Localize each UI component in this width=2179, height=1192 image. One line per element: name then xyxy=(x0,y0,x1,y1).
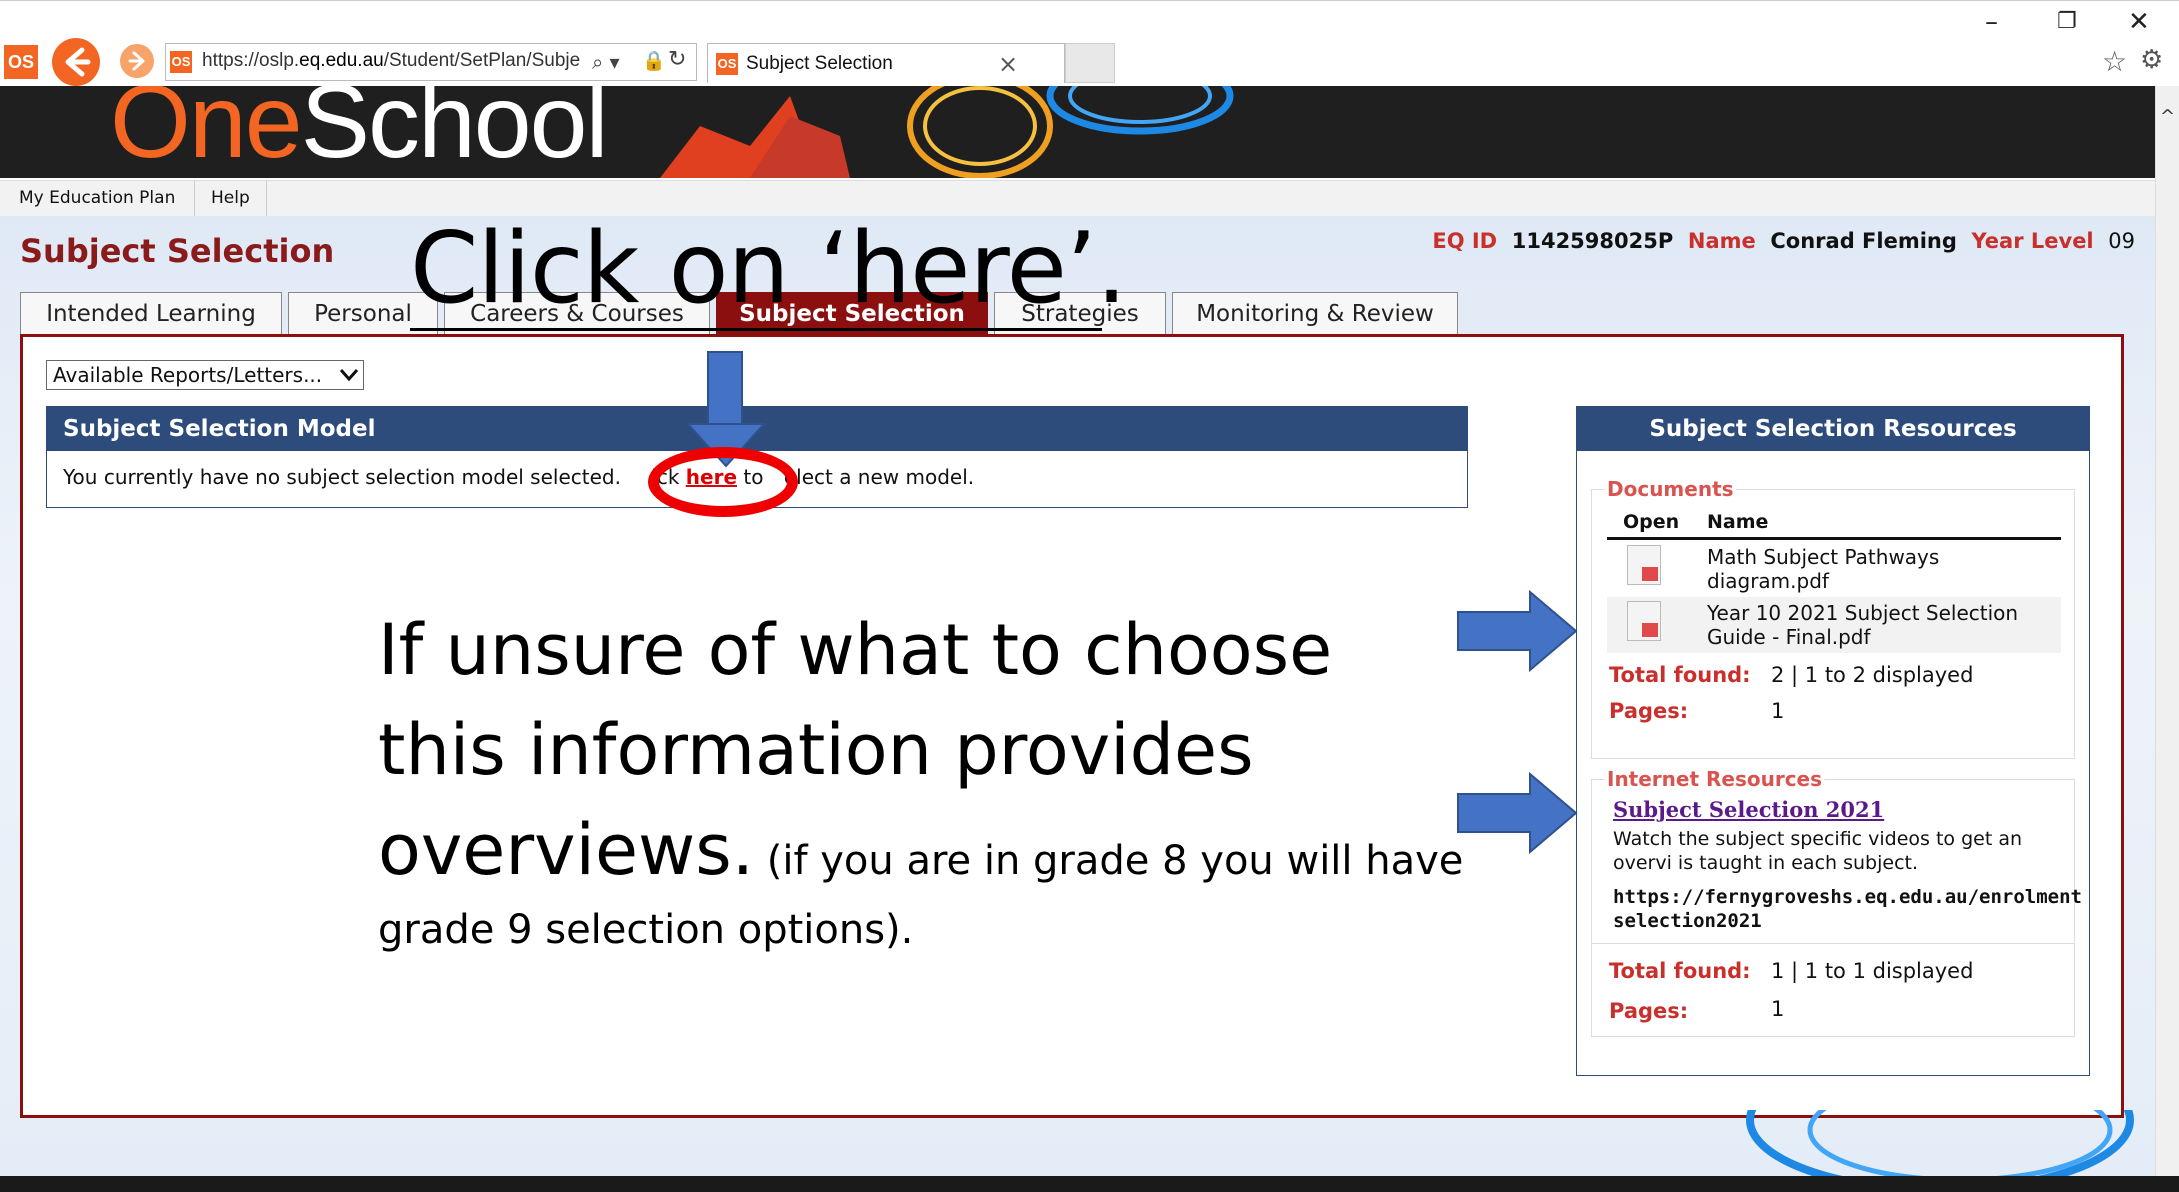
model-message: You currently have no subject selection … xyxy=(63,465,975,489)
table-header-rule xyxy=(1607,537,2061,540)
instruction-click-here: Click on ‘here’. xyxy=(410,212,1127,326)
internet-legend: Internet Resources xyxy=(1605,767,1825,791)
browser-tab[interactable]: OS Subject Selection × xyxy=(707,43,1065,83)
internet-resource-link[interactable]: Subject Selection 2021 xyxy=(1613,797,1884,822)
footer-artwork-icon xyxy=(1746,1110,2134,1176)
divider xyxy=(1591,943,2075,944)
url-text: https://oslp.eq.edu.au/Student/SetPlan/S… xyxy=(202,50,581,71)
internet-total-value: 1 | 1 to 1 displayed xyxy=(1771,959,1974,983)
docs-pages-value: 1 xyxy=(1771,699,1785,723)
menu-divider xyxy=(266,181,267,217)
resources-panel: Subject Selection Resources Documents Op… xyxy=(1576,406,2090,1076)
internet-pages-label: Pages: xyxy=(1609,999,1689,1023)
documents-legend: Documents xyxy=(1605,477,1736,501)
oneschool-logo: OneSchool xyxy=(110,86,609,178)
back-button[interactable] xyxy=(52,38,100,86)
page-scrollbar[interactable]: ^ xyxy=(2155,86,2179,1176)
new-tab-button[interactable] xyxy=(1065,43,1115,83)
forward-button[interactable] xyxy=(120,44,154,78)
forward-arrow-icon xyxy=(128,51,145,71)
col-name: Name xyxy=(1707,511,1769,533)
document-name: Math Subject Pathways diagram.pdf xyxy=(1707,545,1940,593)
eq-id-value: 1142598025P xyxy=(1511,229,1674,253)
tab-intended-learning[interactable]: Intended Learning xyxy=(20,292,282,334)
internet-resource-url: https://fernygroveshs.eq.edu.au/enrolmen… xyxy=(1613,886,2082,932)
docs-pages-label: Pages: xyxy=(1609,699,1689,723)
right-arrow-icon xyxy=(1457,590,1578,672)
docs-total-value: 2 | 1 to 2 displayed xyxy=(1771,663,1974,687)
student-info: EQ ID 1142598025P Name Conrad Fleming Ye… xyxy=(1432,229,2135,253)
internet-resource-desc: Watch the subject specific videos to get… xyxy=(1613,828,2023,874)
internet-pages-value: 1 xyxy=(1771,997,1785,1021)
internet-total-label: Total found: xyxy=(1609,959,1751,983)
pdf-icon[interactable] xyxy=(1627,545,1661,585)
tab-close-icon[interactable]: × xyxy=(998,50,1018,78)
pdf-icon[interactable] xyxy=(1627,601,1661,641)
year-level-value: 09 xyxy=(2108,229,2135,253)
favorites-star-icon[interactable]: ☆ xyxy=(2102,45,2127,78)
taskbar xyxy=(0,1176,2179,1192)
docs-total-label: Total found: xyxy=(1609,663,1751,687)
search-icon[interactable]: ⌕ ▾ xyxy=(592,50,620,74)
app-icon: OS xyxy=(4,45,38,79)
oneschool-banner: OneSchool xyxy=(0,86,2155,178)
settings-gear-icon[interactable]: ⚙ xyxy=(2140,45,2163,75)
tab-icon: OS xyxy=(716,53,738,75)
minimize-button[interactable]: – xyxy=(1985,7,1998,37)
col-open: Open xyxy=(1623,511,1680,533)
name-value: Conrad Fleming xyxy=(1770,229,1957,253)
page-title: Subject Selection xyxy=(20,232,335,270)
name-label: Name xyxy=(1687,229,1756,253)
browser-chrome: OS OS https://oslp.eq.edu.au/Student/Set… xyxy=(0,0,2179,87)
eq-id-label: EQ ID xyxy=(1432,229,1498,253)
menu-divider xyxy=(194,181,195,217)
menu-help[interactable]: Help xyxy=(211,188,250,208)
instruction-text: If unsure of what to choose this informa… xyxy=(378,609,1464,953)
scroll-up-icon[interactable]: ^ xyxy=(2160,106,2175,127)
lock-icon[interactable]: 🔒 xyxy=(642,49,666,72)
tab-monitoring-review[interactable]: Monitoring & Review xyxy=(1172,292,1458,334)
reports-select[interactable]: Available Reports/Letters... xyxy=(46,360,364,390)
chevron-down-icon xyxy=(339,369,359,382)
instruction-underline xyxy=(410,328,1102,331)
address-bar[interactable]: OS https://oslp.eq.edu.au/Student/SetPla… xyxy=(165,43,697,81)
resources-header: Subject Selection Resources xyxy=(1577,407,2089,451)
right-arrow-icon xyxy=(1457,772,1578,854)
year-level-label: Year Level xyxy=(1971,229,2094,253)
site-icon: OS xyxy=(170,51,192,73)
menu-my-education-plan[interactable]: My Education Plan xyxy=(19,188,175,208)
restore-button[interactable]: ❐ xyxy=(2057,9,2077,34)
document-name: Year 10 2021 Subject Selection Guide - F… xyxy=(1707,601,2019,649)
tab-title: Subject Selection xyxy=(746,53,893,74)
banner-artwork-icon xyxy=(660,86,1234,178)
reports-select-value: Available Reports/Letters... xyxy=(53,363,323,387)
back-arrow-icon xyxy=(65,47,91,77)
highlight-circle xyxy=(648,447,798,517)
refresh-icon[interactable]: ↻ xyxy=(668,47,686,72)
close-button[interactable]: ✕ xyxy=(2128,7,2150,37)
